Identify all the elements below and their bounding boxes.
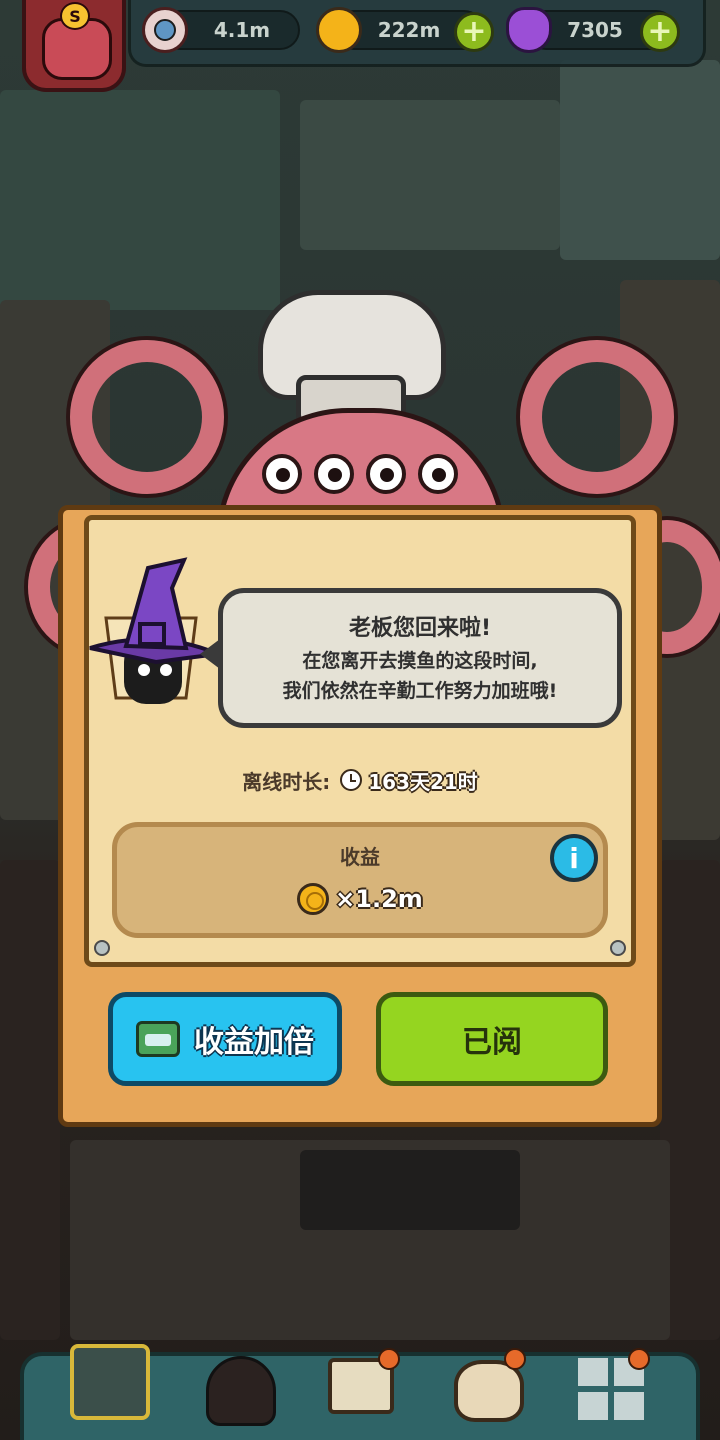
eyeball-count: 4.1m [213, 18, 271, 42]
notification-dot-icon [504, 1348, 526, 1370]
speech-line: 在您离开去摸鱼的这段时间, [302, 650, 538, 672]
potion-count: 7305 [567, 18, 623, 42]
shop-icon [70, 1344, 150, 1420]
coin-icon [316, 7, 362, 53]
eyeball-icon [142, 7, 188, 53]
player-avatar[interactable]: S [22, 0, 126, 92]
offline-label: 离线时长: [242, 769, 331, 794]
video-ad-icon [136, 1021, 180, 1057]
add-coins-button[interactable]: + [454, 12, 494, 52]
speech-line: 我们依然在辛勤工作努力加班哦! [282, 680, 558, 702]
income-title: 收益 [340, 845, 380, 869]
offline-duration: 离线时长: 163天21时 [84, 762, 636, 798]
shop-nav-button[interactable] [66, 1340, 152, 1428]
income-amount: ×1.2m [335, 885, 423, 913]
double-earnings-label: 收益加倍 [194, 1025, 314, 1060]
offline-value: 163天21时 [368, 769, 478, 794]
info-button[interactable]: i [550, 834, 598, 882]
double-earnings-button[interactable]: 收益加倍 [108, 992, 342, 1086]
speech-bubble: 老板您回来啦! 在您离开去摸鱼的这段时间, 我们依然在辛勤工作努力加班哦! [218, 588, 622, 728]
add-potions-button[interactable]: + [640, 12, 680, 52]
monster-nav-button[interactable] [194, 1340, 280, 1428]
coin-count: 222m [377, 18, 441, 42]
potion-icon [506, 7, 552, 53]
read-button[interactable]: 已阅 [376, 992, 608, 1086]
read-label: 已阅 [462, 1025, 522, 1060]
info-icon: i [569, 841, 579, 875]
clock-icon [340, 769, 363, 791]
money-bag-nav-button[interactable] [448, 1340, 534, 1428]
grid-nav-button[interactable] [572, 1340, 658, 1428]
notification-dot-icon [628, 1348, 650, 1370]
speech-title: 老板您回来啦! [348, 616, 492, 641]
coin-icon [297, 883, 330, 915]
avatar-rank-badge: S [60, 2, 90, 30]
income-panel: 收益 ×1.2m [112, 822, 608, 938]
rivet-icon [610, 940, 626, 956]
notification-dot-icon [378, 1348, 400, 1370]
monster-icon [206, 1356, 276, 1426]
rivet-icon [94, 940, 110, 956]
book-nav-button[interactable] [320, 1340, 406, 1428]
